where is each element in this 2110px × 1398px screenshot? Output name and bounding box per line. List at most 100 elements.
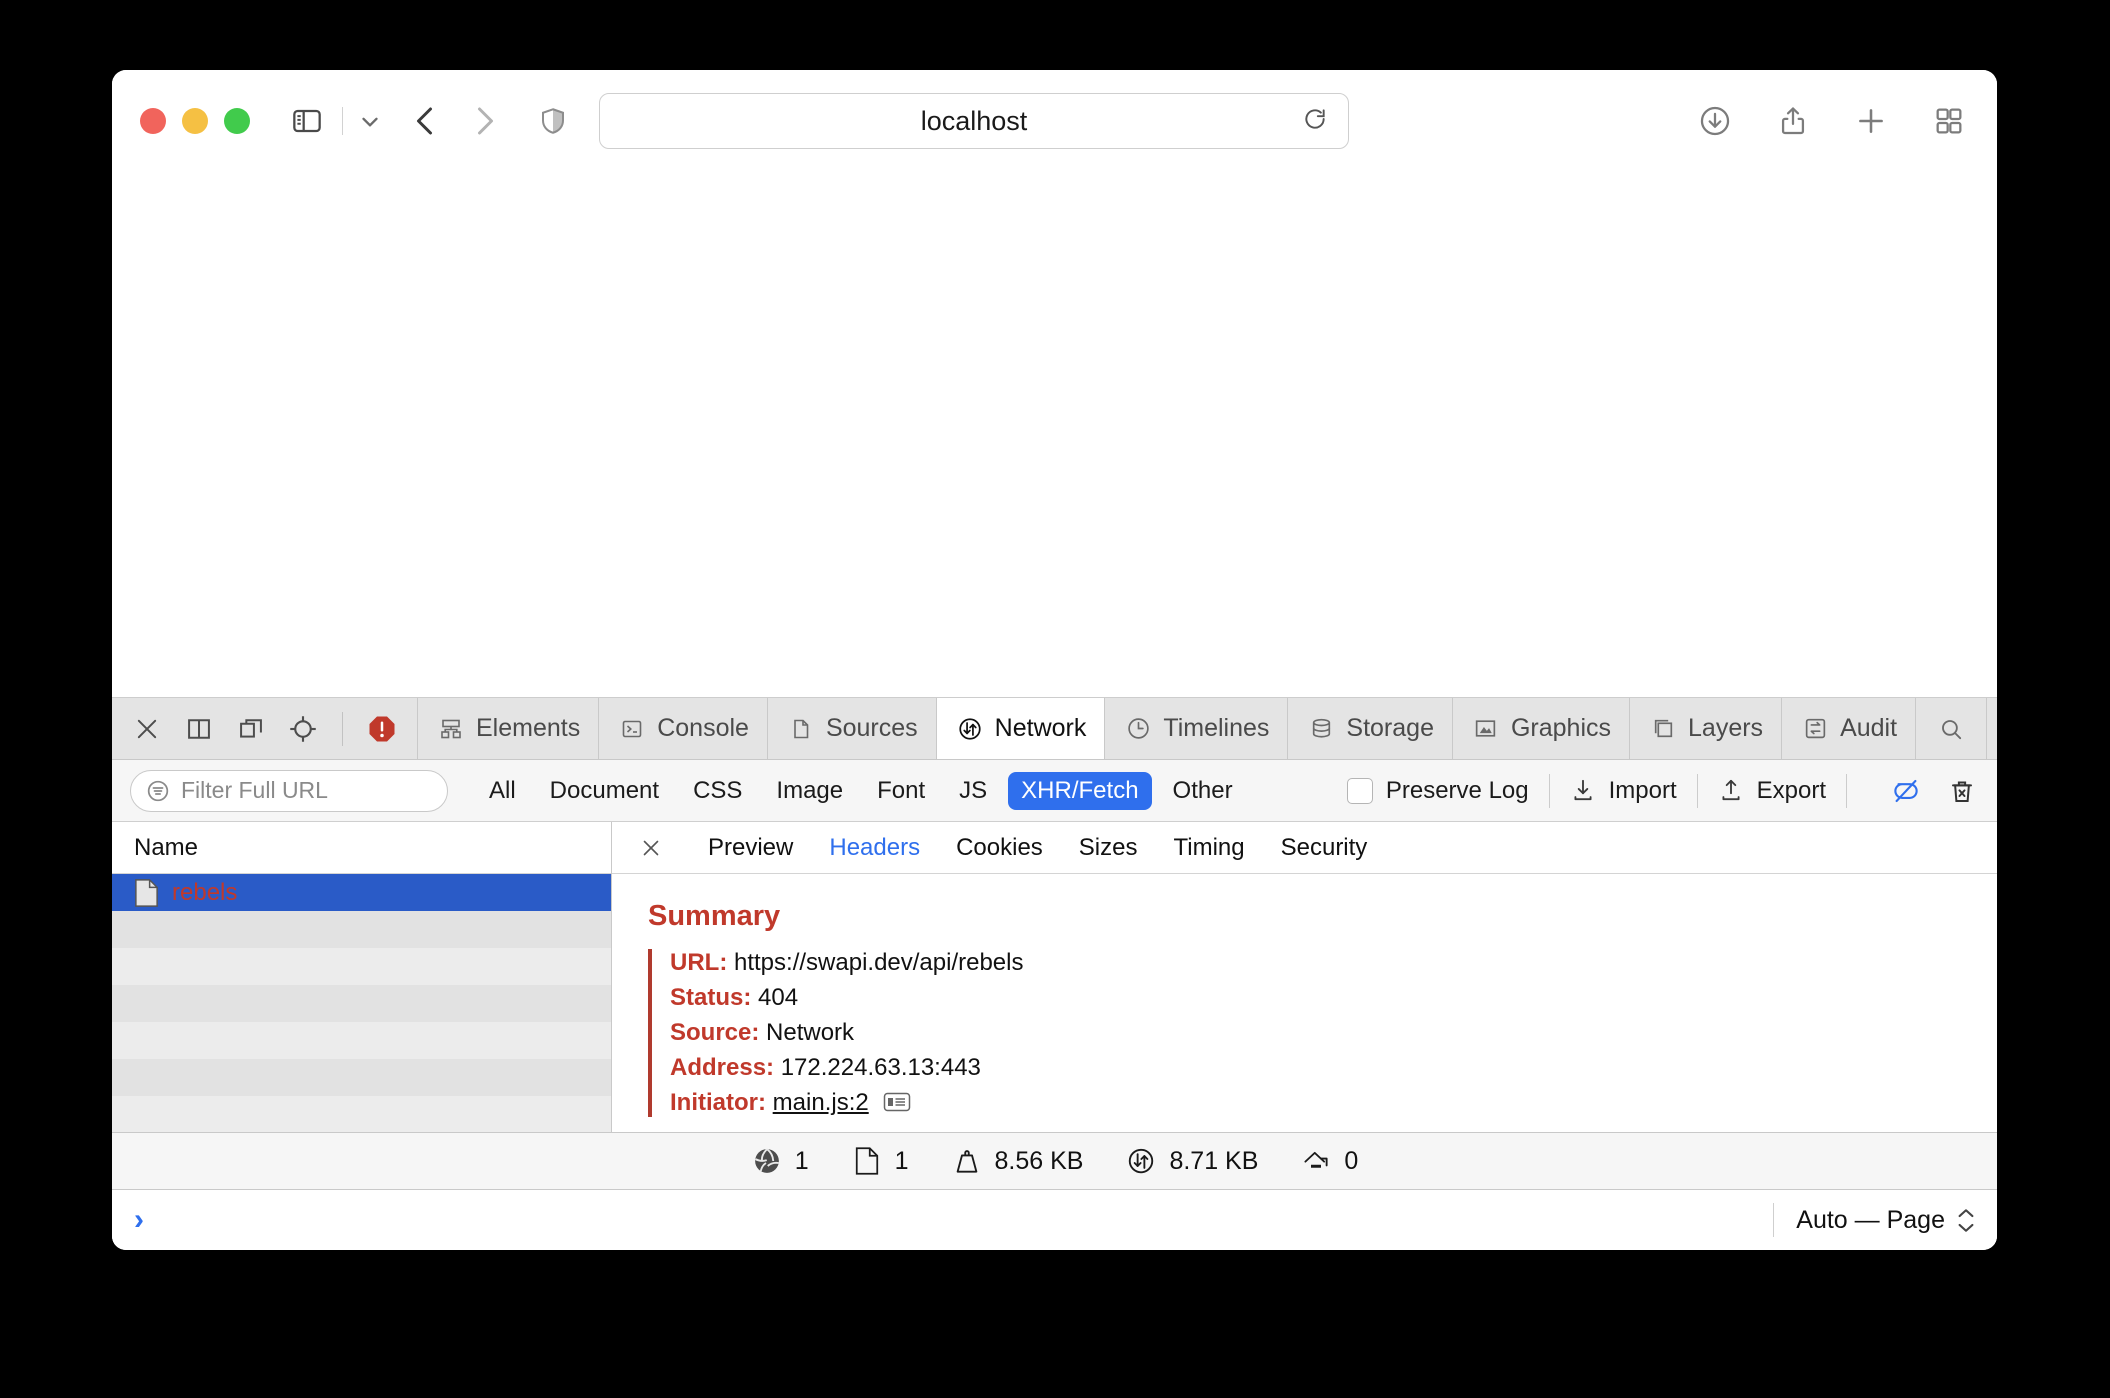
tab-timelines[interactable]: Timelines	[1104, 698, 1287, 759]
console-context-selector[interactable]: Auto — Page	[1773, 1203, 1975, 1237]
type-filter-font[interactable]: Font	[864, 772, 938, 810]
layers-icon	[1648, 714, 1678, 744]
stat-size: 8.56 KB	[951, 1145, 1083, 1177]
tab-storage[interactable]: Storage	[1287, 698, 1452, 759]
detail-tab-list: Preview Headers Cookies Sizes Timing Sec…	[612, 822, 1997, 874]
dock-side-icon[interactable]	[230, 708, 272, 750]
list-item	[112, 1096, 611, 1133]
close-window-button[interactable]	[140, 108, 166, 134]
console-prompt-icon[interactable]: ›	[134, 1203, 144, 1237]
detail-tab-timing[interactable]: Timing	[1155, 834, 1262, 862]
zoom-window-button[interactable]	[224, 108, 250, 134]
tab-network[interactable]: Network	[935, 698, 1105, 759]
detail-tab-cookies[interactable]: Cookies	[938, 834, 1061, 862]
tab-audit[interactable]: Audit	[1781, 698, 1915, 759]
initiator-link[interactable]: main.js:2	[773, 1089, 869, 1116]
tab-label: Sources	[825, 714, 918, 742]
stat-value: 0	[1344, 1146, 1359, 1175]
tab-layers[interactable]: Layers	[1629, 698, 1781, 759]
dock-bottom-icon[interactable]	[178, 708, 220, 750]
column-header-name: Name	[134, 833, 199, 861]
type-filter-other[interactable]: Other	[1160, 772, 1246, 810]
type-filter-all[interactable]: All	[476, 772, 529, 810]
page-viewport[interactable]	[112, 172, 1997, 698]
type-filter-css[interactable]: CSS	[680, 772, 755, 810]
preserve-log-checkbox[interactable]	[1346, 777, 1373, 804]
back-arrow-icon[interactable]	[403, 98, 449, 144]
field-key: Status:	[670, 984, 752, 1011]
import-button[interactable]: Import	[1570, 777, 1677, 805]
toolbar-divider	[342, 107, 343, 135]
filter-input[interactable]: Filter Full URL	[130, 769, 448, 812]
share-icon[interactable]	[1773, 101, 1813, 141]
chevron-down-icon[interactable]	[353, 104, 387, 138]
toolbar-divider	[1696, 773, 1698, 808]
inspector-settings-button[interactable]	[1986, 698, 1997, 759]
detail-tab-security[interactable]: Security	[1263, 834, 1386, 862]
list-item	[112, 985, 611, 1022]
type-filter-js[interactable]: JS	[946, 772, 1000, 810]
list-item	[112, 1022, 611, 1059]
stack-trace-icon[interactable]	[883, 1090, 911, 1114]
preserve-log-label: Preserve Log	[1385, 776, 1529, 804]
list-item	[112, 911, 611, 948]
document-icon	[851, 1145, 883, 1177]
detail-tab-preview[interactable]: Preview	[690, 834, 811, 862]
forward-arrow-icon[interactable]	[461, 98, 507, 144]
toolbar-divider	[1548, 773, 1550, 808]
error-badge-icon[interactable]	[361, 708, 403, 750]
tab-elements[interactable]: Elements	[417, 698, 598, 759]
type-filter-xhr-fetch[interactable]: XHR/Fetch	[1008, 771, 1152, 810]
summary-row-address: Address: 172.224.63.13:443	[670, 1054, 1997, 1082]
summary-fields: URL: https://swapi.dev/api/rebels Status…	[648, 949, 1997, 1117]
toolbar-divider	[1773, 1203, 1775, 1237]
close-icon[interactable]	[126, 708, 168, 750]
tab-overview-icon[interactable]	[1929, 101, 1969, 141]
export-button[interactable]: Export	[1718, 777, 1826, 805]
clear-network-items-icon[interactable]	[1945, 774, 1979, 808]
summary-row-initiator: Initiator: main.js:2	[670, 1089, 1997, 1117]
tab-label: Storage	[1346, 714, 1434, 742]
tab-sources[interactable]: Sources	[766, 698, 936, 759]
type-filter-image[interactable]: Image	[763, 772, 856, 810]
inspector-tabbar: Elements Console Sources Network Timelin…	[112, 698, 1997, 760]
field-value: https://swapi.dev/api/rebels	[734, 949, 1024, 976]
preserve-log-toggle[interactable]: Preserve Log	[1346, 776, 1529, 805]
plus-icon[interactable]	[1851, 101, 1891, 141]
tab-graphics[interactable]: Graphics	[1451, 698, 1629, 759]
sources-icon	[786, 714, 816, 744]
inspector-search-button[interactable]	[1915, 698, 1986, 759]
disable-network-throttle-icon[interactable]	[1889, 774, 1923, 808]
tab-console[interactable]: Console	[598, 698, 767, 759]
load-icon	[1300, 1145, 1332, 1177]
export-label: Export	[1756, 776, 1826, 804]
stepper-icon[interactable]	[1957, 1208, 1975, 1233]
resource-name: rebels	[172, 878, 238, 906]
headers-content: Summary URL: https://swapi.dev/api/rebel…	[612, 874, 1997, 1132]
table-row[interactable]: rebels	[112, 874, 611, 911]
minimize-window-button[interactable]	[182, 108, 208, 134]
detail-tab-headers[interactable]: Headers	[811, 834, 938, 862]
shield-icon[interactable]	[533, 101, 573, 141]
elements-icon	[436, 714, 466, 744]
type-filter-document[interactable]: Document	[537, 772, 672, 810]
reload-icon[interactable]	[1302, 106, 1332, 136]
execution-context-label[interactable]: Auto — Page	[1796, 1206, 1975, 1235]
sidebar-toggle-icon[interactable]	[286, 100, 328, 142]
stat-documents: 1	[851, 1145, 909, 1177]
close-icon[interactable]	[634, 831, 668, 865]
inspect-element-icon[interactable]	[282, 708, 324, 750]
document-icon	[134, 878, 159, 908]
browser-toolbar: localhost	[112, 70, 1997, 172]
detail-tab-sizes[interactable]: Sizes	[1061, 834, 1156, 862]
resource-type-filters: All Document CSS Image Font JS XHR/Fetch…	[476, 771, 1246, 810]
filter-input-placeholder: Filter Full URL	[181, 777, 328, 803]
downloads-icon[interactable]	[1695, 101, 1735, 141]
network-status-bar: 1 1 8.56 KB 8.71 KB 0	[112, 1132, 1997, 1190]
stat-value: 8.71 KB	[1169, 1146, 1259, 1175]
window-traffic-lights	[140, 108, 250, 134]
address-bar[interactable]: localhost	[599, 93, 1349, 149]
export-icon	[1718, 777, 1746, 805]
console-prompt-bar: › Auto — Page	[112, 1190, 1997, 1250]
tab-label: Console	[657, 714, 749, 742]
